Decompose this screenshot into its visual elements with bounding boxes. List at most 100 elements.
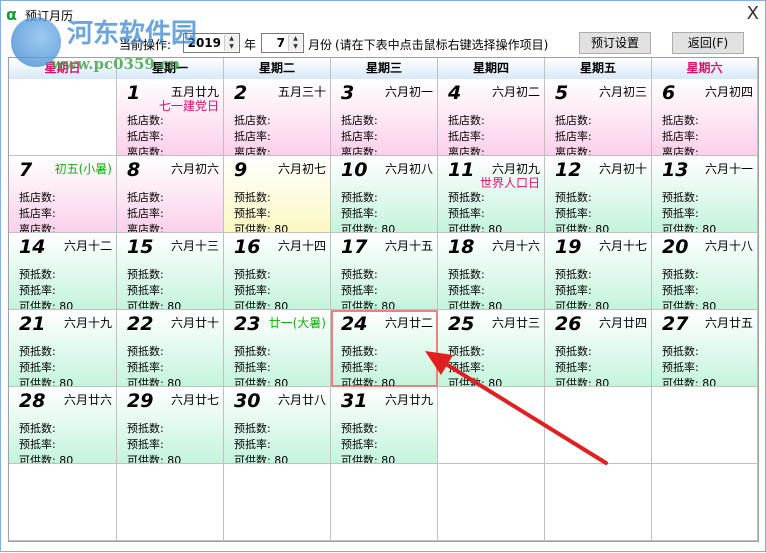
stat-label: 抵店数: — [127, 191, 164, 204]
stat-label: 预抵率: — [127, 438, 164, 451]
calendar-day-25[interactable]: 25 六月廿三 预抵数: 预抵率: 可供数: 80 — [438, 310, 545, 387]
day-number: 5 — [555, 82, 569, 104]
stat-label: 抵店率: — [341, 130, 378, 143]
calendar-day-3[interactable]: 3 六月初一 抵店数: 抵店率: 离店数: — [331, 79, 438, 156]
close-button[interactable]: X — [747, 3, 759, 24]
stat-label: 预抵率: — [234, 438, 271, 451]
calendar-day-1[interactable]: 1 五月廿九 七一建党日 抵店数: 抵店率: 离店数: — [117, 79, 224, 156]
calendar-day-20[interactable]: 20 六月十八 预抵数: 预抵率: 可供数: 80 — [652, 233, 758, 310]
stat-label: 预抵数: — [234, 191, 271, 204]
calendar-empty-cell[interactable] — [545, 464, 652, 541]
calendar-day-16[interactable]: 16 六月十四 预抵数: 预抵率: 可供数: 80 — [224, 233, 331, 310]
calendar-day-14[interactable]: 14 六月十二 预抵数: 预抵率: 可供数: 80 — [9, 233, 117, 310]
stat-line: 可供数: 80 — [127, 452, 182, 464]
calendar-day-7[interactable]: 7 初五(小暑) 抵店数: 抵店率: 离店数: — [9, 156, 117, 233]
lunar-date: 六月廿四 — [598, 316, 647, 330]
stat-line: 预抵率: — [341, 205, 378, 221]
calendar-day-8[interactable]: 8 六月初六 抵店数: 抵店率: 离店数: — [117, 156, 224, 233]
month-spinner[interactable]: 7 ▲ ▼ — [261, 33, 304, 53]
stat-label: 抵店数: — [448, 114, 485, 127]
stat-line: 预抵数: — [19, 266, 56, 282]
stat-line: 预抵率: — [341, 282, 378, 298]
calendar-day-12[interactable]: 12 六月初十 预抵数: 预抵率: 可供数: 80 — [545, 156, 652, 233]
stat-line: 离店数: — [448, 144, 485, 155]
calendar-grid: 星期日 星期一 星期二 星期三 星期四 星期五 星期六 1 五月廿九 七一建党日 抵店数: 抵店率: 离… — [8, 57, 759, 542]
calendar-day-5[interactable]: 5 六月初三 抵店数: 抵店率: 离店数: — [545, 79, 652, 156]
calendar-empty-cell[interactable] — [438, 464, 545, 541]
lunar-date: 六月十四 — [277, 239, 326, 253]
calendar-day-27[interactable]: 27 六月廿五 预抵数: 预抵率: 可供数: 80 — [652, 310, 758, 387]
back-button[interactable]: 返回(F) — [672, 32, 744, 54]
booking-settings-button[interactable]: 预订设置 — [579, 32, 651, 54]
stat-line: 预抵数: — [448, 343, 485, 359]
lunar-date: 六月廿九 — [384, 393, 433, 407]
calendar-day-13[interactable]: 13 六月十一 预抵数: 预抵率: 可供数: 80 — [652, 156, 758, 233]
calendar-day-6[interactable]: 6 六月初四 抵店数: 抵店率: 离店数: — [652, 79, 758, 156]
calendar-day-17[interactable]: 17 六月十五 预抵数: 预抵率: 可供数: 80 — [331, 233, 438, 310]
stat-line: 预抵率: — [19, 359, 56, 375]
day-number: 16 — [234, 236, 261, 258]
stat-line: 预抵率: — [555, 205, 592, 221]
calendar-empty-cell[interactable] — [224, 464, 331, 541]
calendar-day-28[interactable]: 28 六月廿六 预抵数: 预抵率: 可供数: 80 — [9, 387, 117, 464]
calendar-empty-cell[interactable] — [652, 464, 758, 541]
calendar-day-21[interactable]: 21 六月十九 预抵数: 预抵率: 可供数: 80 — [9, 310, 117, 387]
calendar-day-24[interactable]: 24 六月廿二 预抵数: 预抵率: 可供数: 80 — [331, 310, 438, 387]
calendar-day-9[interactable]: 9 六月初七 预抵数: 预抵率: 可供数: 80 — [224, 156, 331, 233]
stat-line: 预抵率: — [234, 205, 271, 221]
stat-label: 抵店数: — [662, 114, 699, 127]
stat-label: 预抵数: — [555, 268, 592, 281]
spinner-arrows-icon[interactable]: ▲ ▼ — [224, 35, 238, 51]
stat-line: 可供数: 80 — [555, 298, 609, 309]
available-count: 80 — [488, 223, 503, 233]
available-count: 80 — [274, 300, 289, 310]
calendar-empty-cell[interactable] — [9, 79, 117, 156]
weekday-header: 星期二 — [224, 58, 331, 79]
stat-line: 抵店率: — [555, 128, 592, 144]
stat-line: 可供数: 80 — [19, 452, 73, 463]
calendar-empty-cell[interactable] — [9, 464, 117, 541]
stat-label: 离店数: — [341, 146, 378, 156]
calendar-day-23[interactable]: 23 廿一(大暑) 预抵数: 预抵率: 可供数: 80 — [224, 310, 331, 387]
calendar-day-10[interactable]: 10 六月初八 预抵数: 预抵率: 可供数: 80 — [331, 156, 438, 233]
stat-label: 预抵数: — [341, 345, 378, 358]
available-count: 80 — [274, 454, 289, 464]
calendar-day-4[interactable]: 4 六月初二 抵店数: 抵店率: 离店数: — [438, 79, 545, 156]
stat-line: 预抵数: — [341, 189, 378, 205]
lunar-date: 六月廿六 — [63, 393, 112, 407]
calendar-day-19[interactable]: 19 六月十七 预抵数: 预抵率: 可供数: 80 — [545, 233, 652, 310]
calendar-day-30[interactable]: 30 六月廿八 预抵数: 预抵率: 可供数: 80 — [224, 387, 331, 464]
day-number: 31 — [341, 390, 368, 412]
year-spinner[interactable]: 2019 ▲ ▼ — [183, 33, 240, 53]
title-bar: α 预订月历 X — [1, 1, 766, 29]
calendar-day-11[interactable]: 11 六月初九 世界人口日 预抵数: 预抵率: 可供数: 80 — [438, 156, 545, 233]
calendar-day-26[interactable]: 26 六月廿四 预抵数: 预抵率: 可供数: 80 — [545, 310, 652, 387]
spinner-arrows-icon[interactable]: ▲ ▼ — [288, 35, 302, 51]
stat-line: 预抵数: — [662, 266, 699, 282]
calendar-empty-cell[interactable] — [652, 387, 758, 464]
available-count: 80 — [381, 300, 396, 310]
calendar-empty-cell[interactable] — [117, 464, 224, 541]
stat-line: 离店数: — [19, 221, 56, 232]
day-number: 25 — [448, 313, 475, 335]
stat-line: 预抵数: — [662, 189, 699, 205]
lunar-date: 六月廿十 — [170, 316, 219, 330]
day-number: 4 — [448, 82, 462, 104]
stat-line: 离店数: — [127, 221, 164, 232]
calendar-empty-cell[interactable] — [438, 387, 545, 464]
calendar-day-22[interactable]: 22 六月廿十 预抵数: 预抵率: 可供数: 80 — [117, 310, 224, 387]
calendar-day-15[interactable]: 15 六月十三 预抵数: 预抵率: 可供数: 80 — [117, 233, 224, 310]
calendar-day-2[interactable]: 2 五月三十 抵店数: 抵店率: 离店数: — [224, 79, 331, 156]
lunar-date: 六月初十 — [598, 162, 647, 176]
calendar-day-29[interactable]: 29 六月廿七 预抵数: 预抵率: 可供数: 80 — [117, 387, 224, 464]
stat-label: 离店数: — [662, 146, 699, 156]
available-count: 80 — [167, 454, 182, 464]
calendar-empty-cell[interactable] — [545, 387, 652, 464]
calendar-empty-cell[interactable] — [331, 464, 438, 541]
calendar-day-18[interactable]: 18 六月十六 预抵数: 预抵率: 可供数: 80 — [438, 233, 545, 310]
stat-line: 预抵率: — [234, 436, 271, 452]
lunar-date: 六月廿三 — [491, 316, 540, 330]
stat-label: 抵店率: — [662, 130, 699, 143]
calendar-day-31[interactable]: 31 六月廿九 预抵数: 预抵率: 可供数: 80 — [331, 387, 438, 464]
stat-line: 抵店数: — [127, 189, 164, 205]
